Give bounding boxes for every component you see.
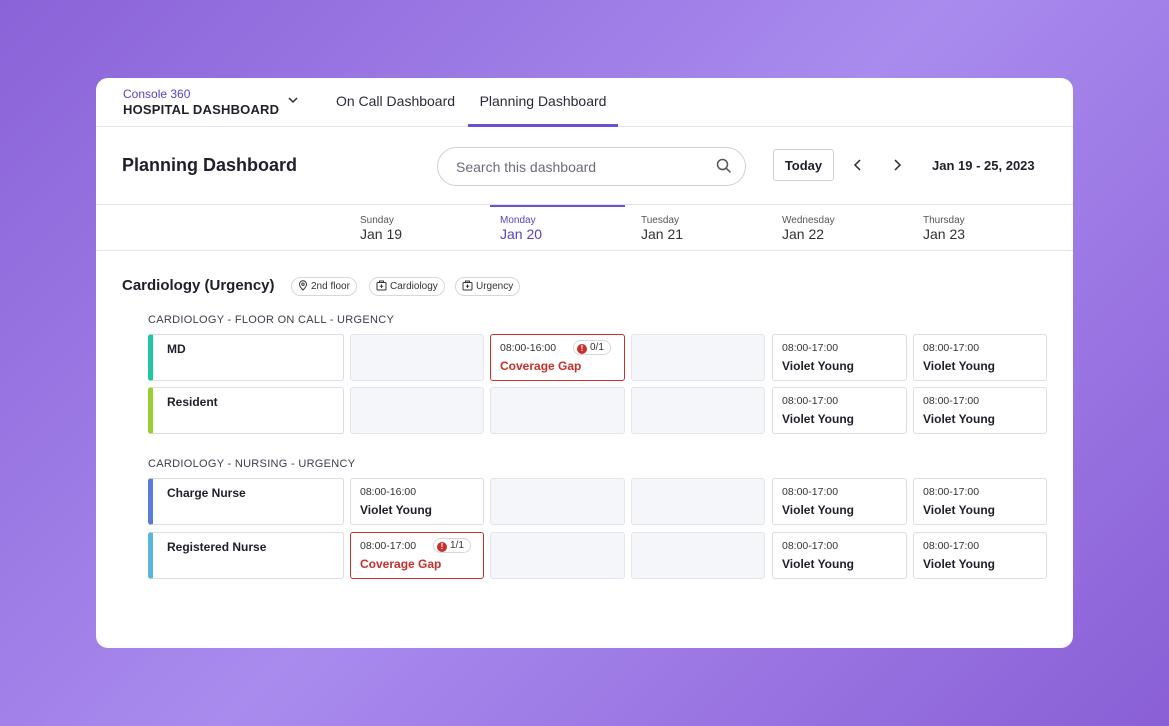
shift-person: Violet Young [360, 503, 433, 517]
department-tag[interactable]: Cardiology [369, 277, 445, 296]
tab-on-call-dashboard[interactable]: On Call Dashboard [333, 78, 458, 127]
empty-slot[interactable] [631, 532, 765, 579]
shift-person: Violet Young [782, 359, 855, 373]
location-tag[interactable]: 2nd floor [291, 277, 357, 296]
medical-bag-icon [462, 280, 473, 291]
shift-time: 08:00-17:00 [782, 395, 839, 407]
shift-person: Violet Young [923, 503, 996, 517]
section-title: Cardiology (Urgency) [122, 277, 275, 294]
shift-time: 08:00-17:00 [923, 395, 980, 407]
shift-person: Violet Young [782, 557, 855, 571]
role-md[interactable]: MD [148, 334, 344, 381]
page-title: Planning Dashboard [122, 155, 298, 175]
empty-slot[interactable] [631, 387, 765, 434]
shift-cell[interactable]: 08:00-17:00 Violet Young [772, 478, 907, 525]
shift-time: 08:00-17:00 [782, 342, 839, 354]
tag-label: 2nd floor [311, 281, 350, 292]
empty-slot[interactable] [631, 334, 765, 381]
shift-cell[interactable]: 08:00-17:00 Violet Young [772, 334, 907, 381]
tag-label: Cardiology [390, 281, 438, 292]
shift-cell[interactable]: 08:00-16:00 Violet Young [350, 478, 484, 525]
tag-label: Urgency [476, 281, 514, 292]
staffing-count: 0/1 [590, 342, 604, 353]
shift-time: 08:00-17:00 [923, 486, 980, 498]
coverage-gap-label: Coverage Gap [360, 557, 442, 571]
empty-slot[interactable] [490, 387, 625, 434]
shift-cell[interactable]: 08:00-17:00 Violet Young [913, 532, 1047, 579]
role-resident[interactable]: Resident [148, 387, 344, 434]
day-column-header-active[interactable]: Monday Jan 20 [490, 205, 625, 251]
shift-time: 08:00-17:00 [782, 486, 839, 498]
day-name: Wednesday [782, 215, 835, 226]
planning-app-window: Console 360 HOSPITAL DASHBOARD On Call D… [96, 78, 1073, 648]
shift-person: Violet Young [782, 503, 855, 517]
chevron-left-icon[interactable] [850, 157, 866, 173]
brand-subtitle: Console 360 [123, 87, 191, 101]
shift-person: Violet Young [923, 557, 996, 571]
brand-title: HOSPITAL DASHBOARD [123, 102, 280, 117]
coverage-gap-cell[interactable]: 08:00-16:00 Coverage Gap ! 0/1 [490, 334, 625, 381]
shift-person: Violet Young [782, 412, 855, 426]
brand-switcher[interactable]: Console 360 HOSPITAL DASHBOARD [123, 87, 279, 119]
shift-time: 08:00-16:00 [360, 486, 417, 498]
day-date: Jan 20 [500, 226, 543, 242]
staffing-count: 1/1 [450, 540, 464, 551]
shift-cell[interactable]: 08:00-17:00 Violet Young [913, 334, 1047, 381]
staffing-count-badge: ! 1/1 [433, 538, 471, 553]
role-registered-nurse[interactable]: Registered Nurse [148, 532, 344, 579]
chevron-right-icon[interactable] [889, 157, 905, 173]
empty-slot[interactable] [631, 478, 765, 525]
day-name: Sunday [360, 215, 394, 226]
shift-time: 08:00-17:00 [923, 540, 980, 552]
shift-cell[interactable]: 08:00-17:00 Violet Young [913, 387, 1047, 434]
shift-cell[interactable]: 08:00-17:00 Violet Young [772, 387, 907, 434]
day-name: Monday [500, 215, 536, 226]
alert-icon: ! [577, 344, 587, 354]
day-column-header[interactable]: Thursday Jan 23 [913, 205, 1047, 251]
group-title: CARDIOLOGY - NURSING - URGENCY [148, 458, 356, 470]
day-column-header[interactable]: Sunday Jan 19 [350, 205, 484, 251]
location-pin-icon [298, 280, 308, 291]
shift-person: Violet Young [923, 412, 996, 426]
day-date: Jan 23 [923, 226, 966, 242]
shift-person: Violet Young [923, 359, 996, 373]
top-nav: Console 360 HOSPITAL DASHBOARD On Call D… [96, 78, 1073, 127]
search-input[interactable] [437, 147, 746, 186]
coverage-gap-label: Coverage Gap [500, 359, 582, 373]
day-date: Jan 22 [782, 226, 825, 242]
empty-slot[interactable] [490, 532, 625, 579]
today-button[interactable]: Today [773, 149, 834, 181]
urgency-tag[interactable]: Urgency [455, 277, 521, 296]
empty-slot[interactable] [490, 478, 625, 525]
alert-icon: ! [437, 542, 447, 552]
date-range: Jan 19 - 25, 2023 [932, 158, 1035, 173]
medical-bag-icon [376, 280, 387, 291]
day-date: Jan 21 [641, 226, 684, 242]
day-name: Thursday [923, 215, 965, 226]
staffing-count-badge: ! 0/1 [573, 340, 611, 355]
day-date: Jan 19 [360, 226, 403, 242]
day-column-header[interactable]: Tuesday Jan 21 [631, 205, 765, 251]
role-charge-nurse[interactable]: Charge Nurse [148, 478, 344, 525]
empty-slot[interactable] [350, 387, 484, 434]
day-name: Tuesday [641, 215, 679, 226]
shift-cell[interactable]: 08:00-17:00 Violet Young [913, 478, 1047, 525]
group-title: CARDIOLOGY - FLOOR ON CALL - URGENCY [148, 314, 395, 326]
chevron-down-icon[interactable] [287, 94, 299, 106]
shift-time: 08:00-17:00 [923, 342, 980, 354]
day-header-row: Sunday Jan 19 Monday Jan 20 Tuesday Jan … [96, 205, 1073, 251]
tab-planning-dashboard[interactable]: Planning Dashboard [468, 78, 618, 127]
search-icon[interactable] [716, 158, 732, 174]
shift-time: 08:00-17:00 [782, 540, 839, 552]
page-header: Planning Dashboard Today Jan 19 - 25, 20… [96, 127, 1073, 205]
shift-cell[interactable]: 08:00-17:00 Violet Young [772, 532, 907, 579]
coverage-gap-cell[interactable]: 08:00-17:00 Coverage Gap ! 1/1 [350, 532, 484, 579]
empty-slot[interactable] [350, 334, 484, 381]
day-column-header[interactable]: Wednesday Jan 22 [772, 205, 906, 251]
